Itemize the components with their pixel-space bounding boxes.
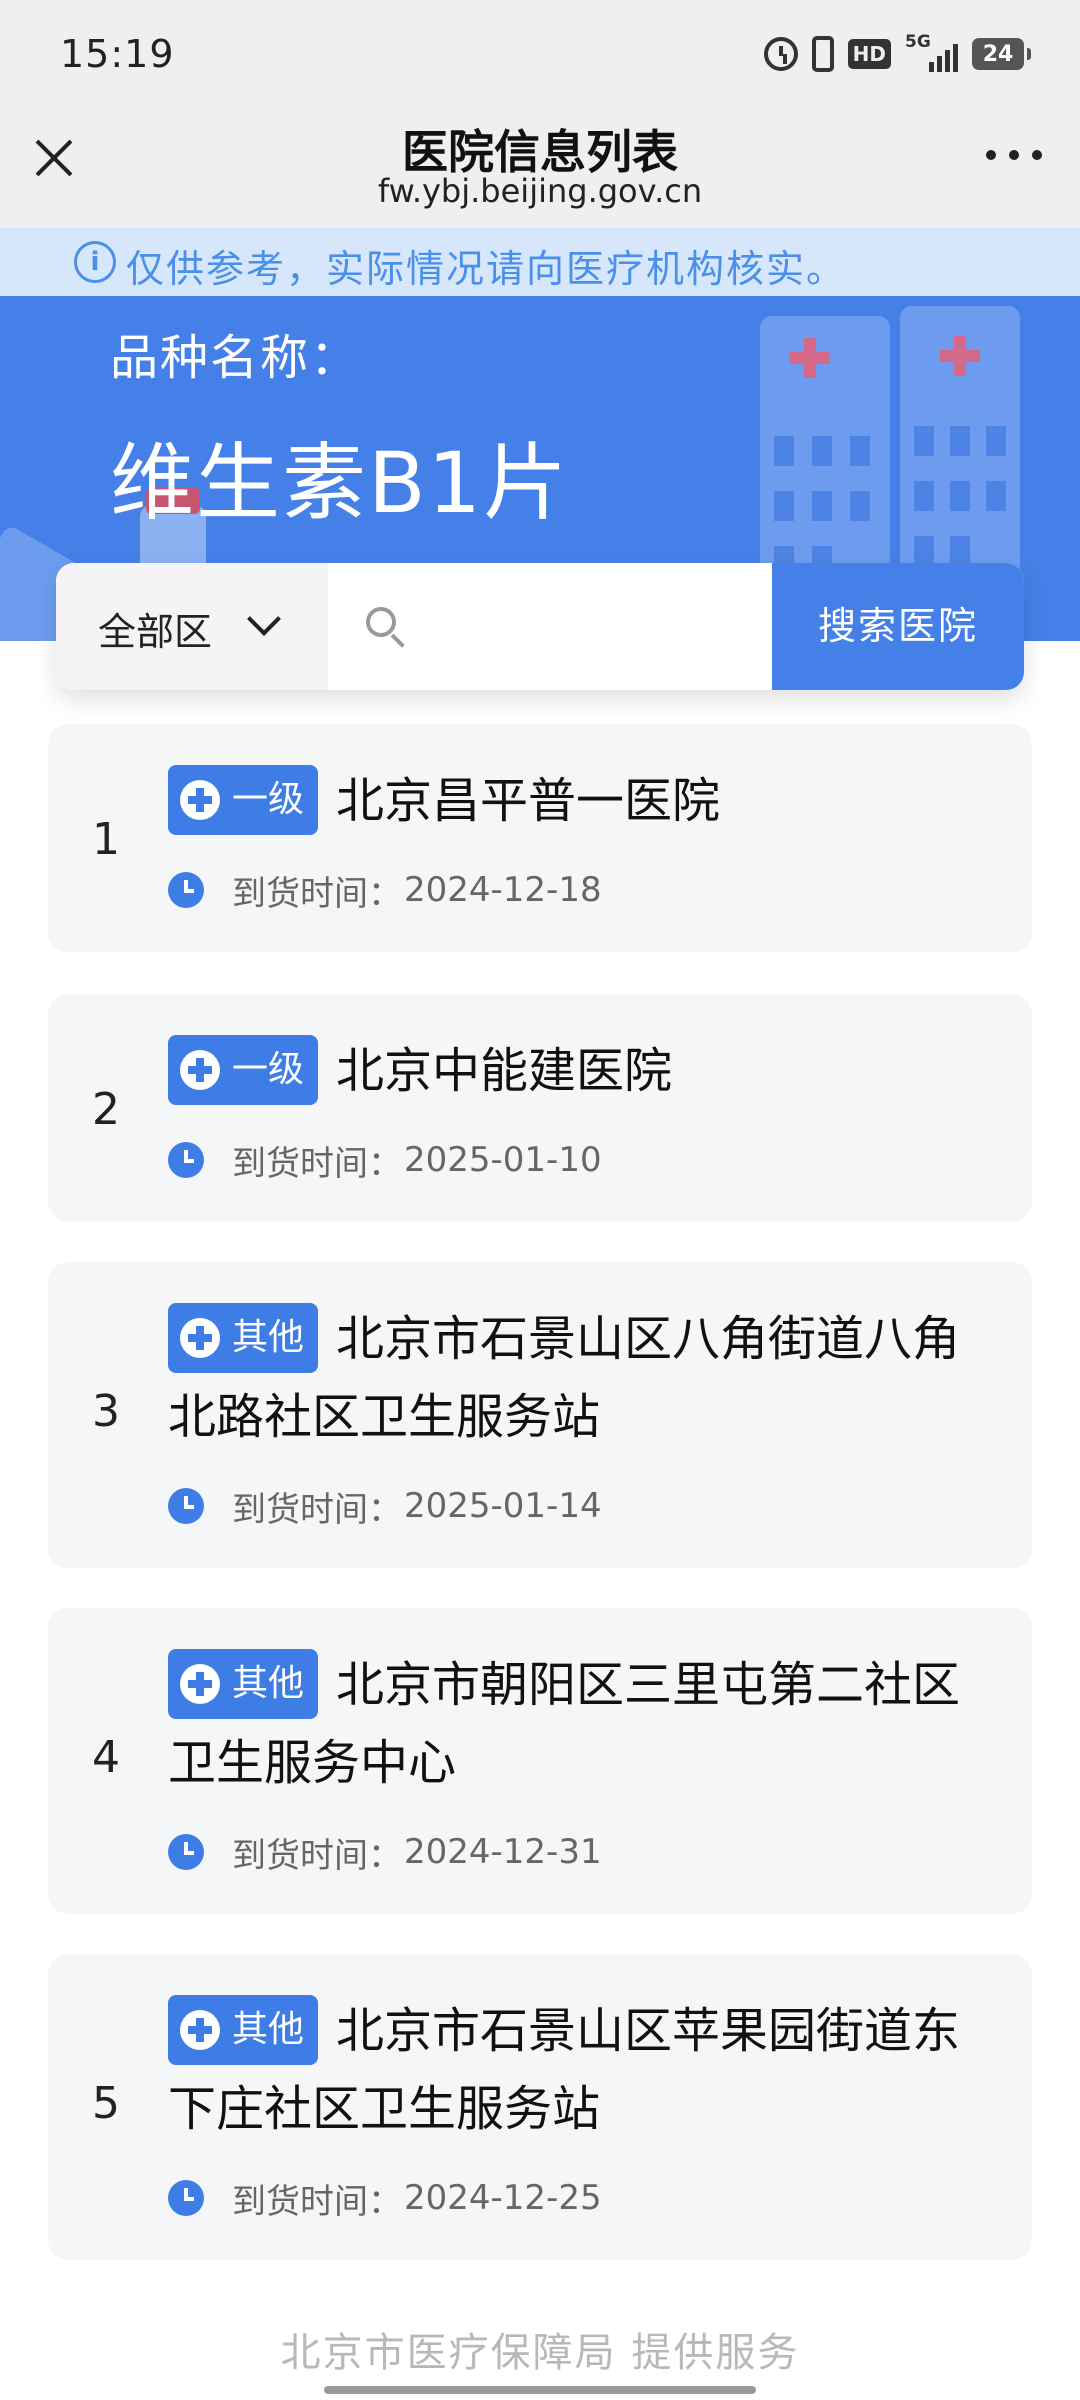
page-url: fw.ybj.beijing.gov.cn xyxy=(377,172,703,210)
arrival-time-label: 到货时间： xyxy=(232,873,402,914)
clock-icon xyxy=(168,872,204,908)
arrival-time-label: 到货时间： xyxy=(232,2181,402,2222)
search-bar: 全部区 搜索医院 xyxy=(56,563,1024,690)
alarm-icon xyxy=(763,37,798,71)
arrival-date: 2024-12-25 xyxy=(404,2178,602,2218)
arrival-date: 2025-01-14 xyxy=(404,1486,602,1526)
level-badge: 一级 xyxy=(168,1035,319,1105)
level-badge: 其他 xyxy=(168,1995,319,2065)
hospital-search-input[interactable] xyxy=(328,563,774,690)
level-badge: 其他 xyxy=(168,1649,319,1719)
vibrate-icon xyxy=(811,36,834,72)
level-badge-text: 一级 xyxy=(232,1049,305,1090)
hd-icon: HD xyxy=(847,39,891,69)
item-heading: 其他 北京市石景山区八角街道八角北路社区卫生服务站 xyxy=(168,1300,992,1456)
level-badge-text: 其他 xyxy=(232,1317,305,1358)
item-index: 4 xyxy=(92,1732,120,1783)
signal-icon: 5G xyxy=(905,32,958,72)
status-icons: HD 5G 24 xyxy=(763,32,1031,72)
medical-cross-icon xyxy=(180,2010,220,2050)
arrival-date: 2025-01-10 xyxy=(404,1140,602,1180)
medical-cross-icon xyxy=(180,780,220,820)
arrival-date: 2024-12-18 xyxy=(404,870,602,910)
arrival-time: 到货时间： 2024-12-31 xyxy=(168,1830,602,1876)
notice-banner: i 仅供参考，实际情况请向医疗机构核实。 xyxy=(0,228,1080,296)
notice-text: 仅供参考，实际情况请向医疗机构核实。 xyxy=(126,247,847,291)
list-item[interactable]: 5 其他 北京市石景山区苹果园街道东下庄社区卫生服务站 到货时间： 2024-12… xyxy=(48,1954,1032,2260)
drug-name-label: 品种名称： xyxy=(110,330,361,386)
list-item[interactable]: 2 一级 北京中能建医院 到货时间： 2025-01-10 xyxy=(48,994,1032,1222)
home-indicator[interactable] xyxy=(324,2386,756,2394)
level-badge: 其他 xyxy=(168,1303,319,1373)
drug-name: 维生素B1片 xyxy=(110,434,570,532)
signal-label: 5G xyxy=(905,32,931,52)
clock-icon xyxy=(168,1488,204,1524)
arrival-time: 到货时间： 2025-01-10 xyxy=(168,1138,602,1184)
level-badge-text: 其他 xyxy=(232,1663,305,1704)
info-icon: i xyxy=(74,241,116,283)
district-select[interactable]: 全部区 xyxy=(56,563,328,690)
more-options-icon[interactable] xyxy=(986,150,1042,162)
arrival-time: 到货时间： 2025-01-14 xyxy=(168,1484,602,1530)
list-item[interactable]: 4 其他 北京市朝阳区三里屯第二社区卫生服务中心 到货时间： 2024-12-31 xyxy=(48,1608,1032,1914)
item-heading: 其他 北京市石景山区苹果园街道东下庄社区卫生服务站 xyxy=(168,1992,992,2148)
arrival-time-label: 到货时间： xyxy=(232,1489,402,1530)
clock-icon xyxy=(168,2180,204,2216)
search-hospital-button[interactable]: 搜索医院 xyxy=(772,563,1024,690)
arrival-time-label: 到货时间： xyxy=(232,1835,402,1876)
status-time: 15:19 xyxy=(60,32,175,76)
medical-cross-icon xyxy=(180,1050,220,1090)
list-item[interactable]: 3 其他 北京市石景山区八角街道八角北路社区卫生服务站 到货时间： 2025-01… xyxy=(48,1262,1032,1568)
level-badge-text: 一级 xyxy=(232,779,305,820)
arrival-time-label: 到货时间： xyxy=(232,1143,402,1184)
list-item[interactable]: 1 一级 北京昌平普一医院 到货时间： 2024-12-18 xyxy=(48,724,1032,952)
item-heading: 一级 北京中能建医院 xyxy=(168,1032,992,1110)
clock-icon xyxy=(168,1142,204,1178)
level-badge-text: 其他 xyxy=(232,2009,305,2050)
item-heading: 一级 北京昌平普一医院 xyxy=(168,762,992,840)
medical-cross-icon xyxy=(180,1664,220,1704)
medical-cross-icon xyxy=(180,1318,220,1358)
arrival-time: 到货时间： 2024-12-18 xyxy=(168,868,602,914)
footer-credit: 北京市医疗保障局 提供服务 xyxy=(280,2330,800,2376)
item-index: 1 xyxy=(92,814,120,865)
item-index: 2 xyxy=(92,1084,120,1135)
item-index: 3 xyxy=(92,1386,120,1437)
hospital-name: 北京中能建医院 xyxy=(336,1043,673,1099)
arrival-time: 到货时间： 2024-12-25 xyxy=(168,2176,602,2222)
clock-icon xyxy=(168,1834,204,1870)
hospital-name: 北京昌平普一医院 xyxy=(336,773,721,829)
nav-bar: 医院信息列表 fw.ybj.beijing.gov.cn xyxy=(0,110,1080,228)
level-badge: 一级 xyxy=(168,765,319,835)
district-label: 全部区 xyxy=(98,610,213,654)
chevron-down-icon xyxy=(247,602,281,636)
item-index: 5 xyxy=(92,2078,120,2129)
status-bar: 15:19 HD 5G 24 xyxy=(0,0,1080,110)
arrival-date: 2024-12-31 xyxy=(404,1832,602,1872)
item-heading: 其他 北京市朝阳区三里屯第二社区卫生服务中心 xyxy=(168,1646,992,1802)
battery-icon: 24 xyxy=(972,38,1031,70)
